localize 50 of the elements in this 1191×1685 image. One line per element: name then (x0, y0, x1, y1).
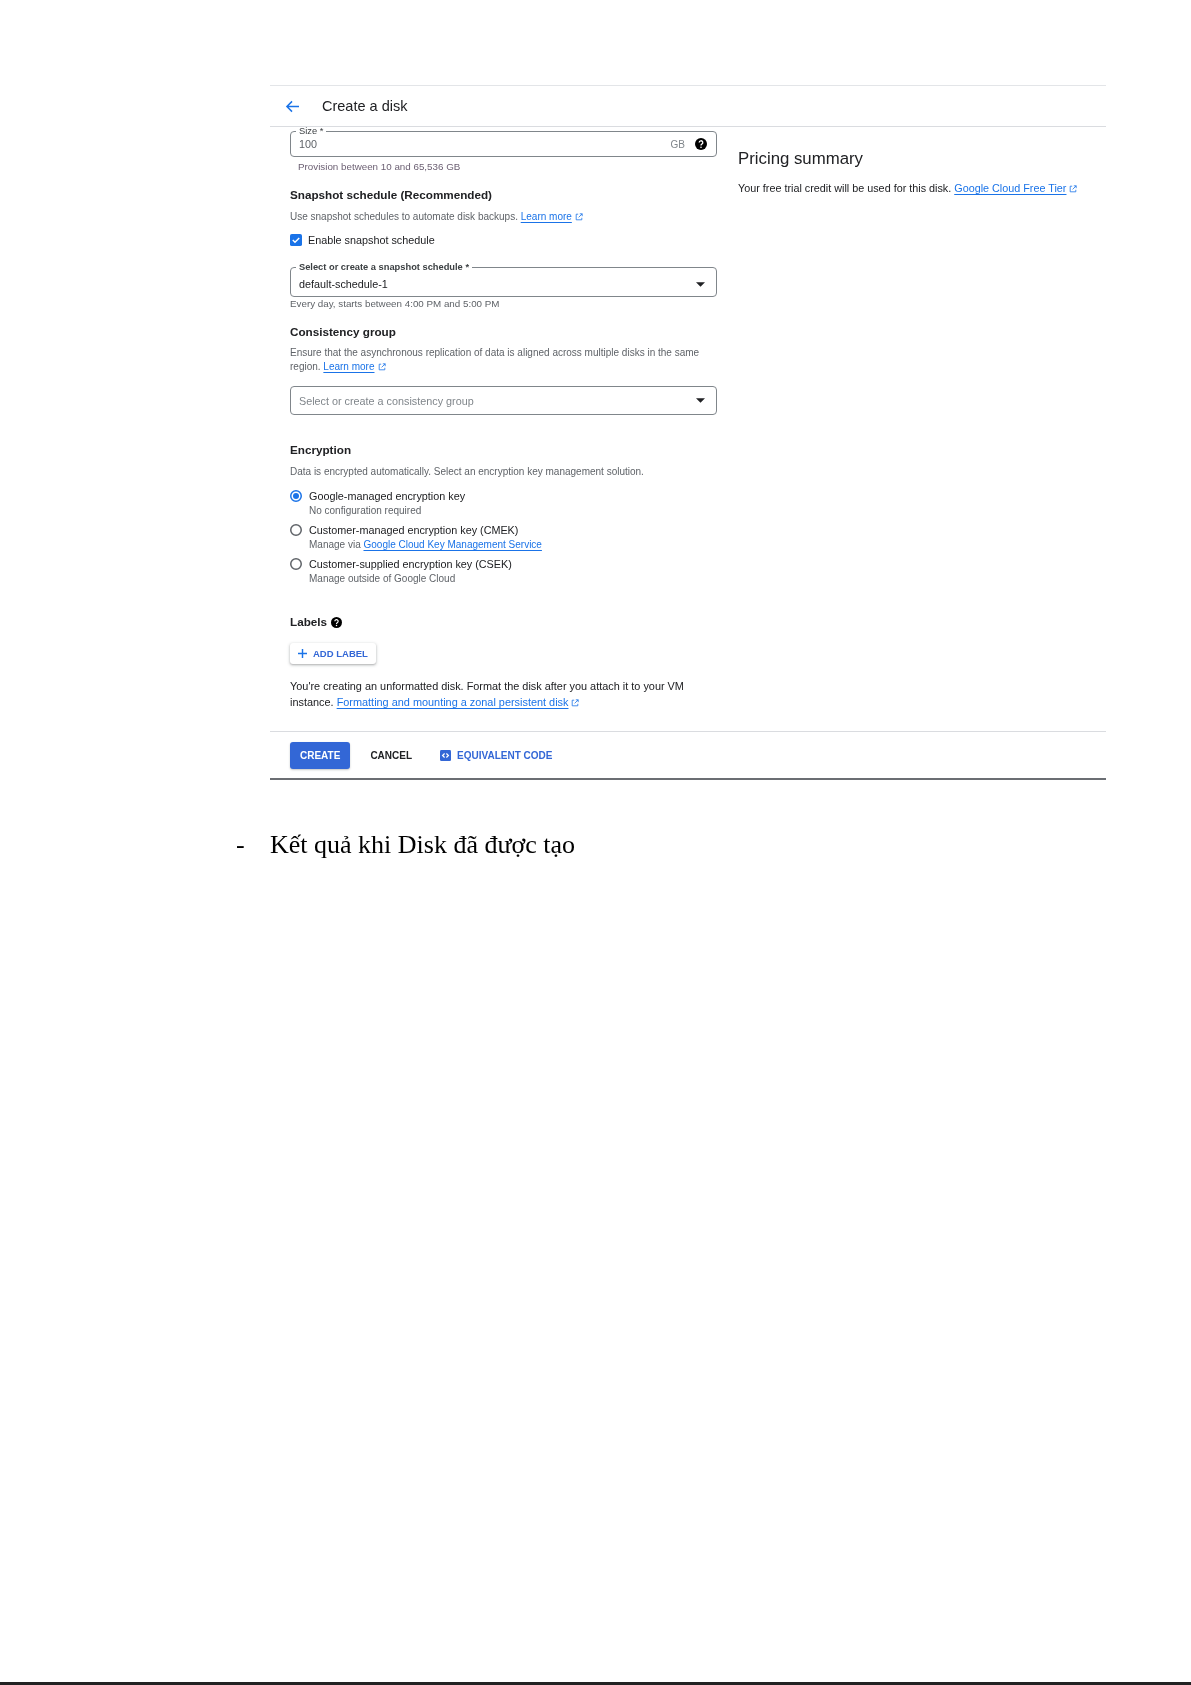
option-detail: No configuration required (308, 504, 423, 517)
unit-label: GB (670, 138, 685, 150)
formatting-guide-link[interactable]: Formatting and mounting a zonal persistent disk (336, 696, 580, 708)
section-heading: Encryption (290, 442, 352, 458)
learn-more-link[interactable]: Learn more (323, 361, 386, 372)
pricing-heading: Pricing summary (738, 149, 864, 169)
size-field[interactable]: Size * 100 GB (290, 126, 717, 157)
radio-button[interactable] (290, 558, 302, 570)
add-label-button[interactable]: ADD LABEL (290, 643, 376, 664)
cancel-button[interactable]: CANCEL (362, 741, 421, 769)
page-title: Create a disk (322, 97, 408, 115)
key-management-link[interactable]: Google Cloud Key Management Service (363, 539, 542, 550)
size-hint: Provision between 10 and 65,536 GB (297, 161, 461, 173)
list-dash: - (236, 830, 246, 860)
section-description: Use snapshot schedules to automate disk backups. Learn more (290, 210, 583, 224)
pricing-text: Your free trial credit will be used for this disk. Google Cloud Free Tier (738, 181, 1106, 195)
caption-text: Kết quả khi Disk đã được tạo (270, 830, 576, 860)
checkbox-label: Enable snapshot schedule (308, 233, 435, 248)
external-link-icon (1069, 185, 1078, 193)
notice-text: You're creating an unformatted disk. Format the disk after you attach it to your VM instance. Formatting and mounting a zonal persistent disk (290, 679, 685, 710)
checkbox[interactable] (290, 234, 302, 246)
option-detail: Manage outside of Google Cloud (308, 572, 457, 585)
radio-button[interactable] (290, 524, 302, 536)
option-label: Customer-managed encryption key (CMEK) (309, 523, 519, 538)
section-heading: Snapshot schedule (Recommended) (290, 187, 492, 203)
section-heading: Consistency group (290, 324, 396, 340)
radio-button[interactable] (290, 490, 302, 502)
section-description: Data is encrypted automatically. Select an encryption key management solution. (290, 465, 644, 479)
equivalent-code-button[interactable]: EQUIVALENT CODE (432, 741, 561, 769)
option-label: Google-managed encryption key (309, 489, 466, 504)
option-label: Customer-supplied encryption key (CSEK) (309, 557, 512, 572)
create-button[interactable]: CREATE (290, 741, 351, 769)
help-icon[interactable] (331, 616, 343, 628)
plus-icon (298, 649, 307, 658)
dropdown-caret-icon (696, 281, 705, 287)
external-link-icon (377, 363, 386, 371)
back-arrow-icon[interactable] (285, 99, 300, 113)
consistency-group-select[interactable]: Select or create a consistency group (290, 386, 717, 415)
option-detail: Manage via Google Cloud Key Management Service (308, 538, 542, 551)
schedule-select[interactable]: Select or create a snapshot schedule * default-schedule-1 (290, 262, 717, 297)
section-heading: Labels (290, 614, 328, 630)
free-tier-link[interactable]: Google Cloud Free Tier (954, 182, 1078, 194)
external-link-icon (571, 699, 580, 707)
help-icon[interactable] (695, 138, 707, 150)
external-link-icon (574, 213, 583, 221)
dropdown-caret-icon (696, 398, 705, 403)
learn-more-link[interactable]: Learn more (520, 211, 583, 222)
code-icon (440, 749, 452, 761)
section-description: Ensure that the asynchronous replication of data is aligned across multiple disks in the same region. Learn more (290, 346, 701, 374)
schedule-hint: Every day, starts between 4:00 PM and 5:00 PM (290, 298, 500, 310)
